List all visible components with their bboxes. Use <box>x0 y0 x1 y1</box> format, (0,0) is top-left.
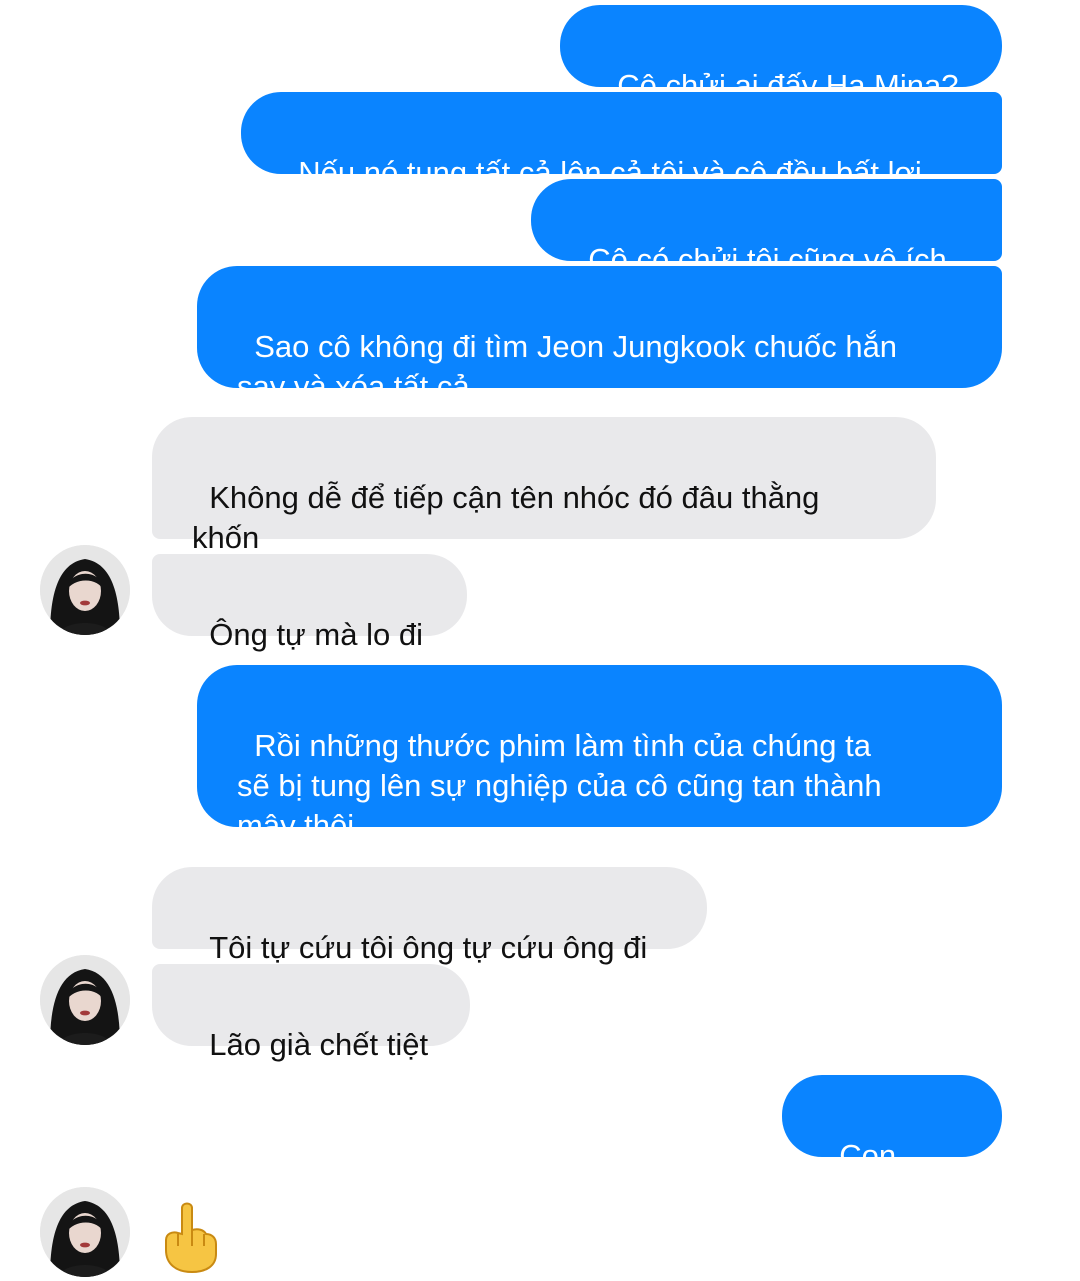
message-bubble-outgoing[interactable]: Rồi những thước phim làm tình của chúng … <box>197 665 1002 843</box>
contact-avatar[interactable] <box>40 1187 130 1277</box>
message-bubble-outgoing[interactable]: Cô có chửi tôi cũng vô ích <box>531 179 1002 277</box>
message-text: Sao cô không đi tìm Jeon Jungkook chuốc … <box>237 329 898 404</box>
middle-finger-emoji-icon <box>165 1202 217 1274</box>
message-bubble-incoming[interactable]: Không dễ để tiếp cận tên nhóc đó đâu thằ… <box>152 417 936 555</box>
message-text: Ông tự mà lo đi <box>209 617 423 652</box>
contact-avatar[interactable] <box>40 955 130 1045</box>
contact-avatar-icon <box>40 955 130 1045</box>
message-text: Rồi những thước phim làm tình của chúng … <box>237 728 882 843</box>
contact-avatar-icon <box>40 545 130 635</box>
contact-avatar[interactable] <box>40 545 130 635</box>
message-bubble-outgoing[interactable]: Sao cô không đi tìm Jeon Jungkook chuốc … <box>197 266 1002 404</box>
message-bubble-incoming[interactable]: Lão già chết tiệt <box>152 964 470 1062</box>
message-bubble-incoming[interactable]: Ông tự mà lo đi <box>152 554 467 652</box>
message-bubble-outgoing[interactable]: Nếu nó tung tất cả lên cả tôi và cô đều … <box>241 92 1002 190</box>
message-text: Lão già chết tiệt <box>209 1027 429 1062</box>
message-bubble-incoming[interactable]: Tôi tự cứu tôi ông tự cứu ông đi <box>152 867 707 965</box>
middle-finger-emoji[interactable] <box>160 1200 220 1274</box>
message-bubble-outgoing[interactable]: Cô chửi ai đấy Ha Mina? <box>560 5 1002 103</box>
message-text: Con khốn <box>822 1138 905 1213</box>
message-text: Không dễ để tiếp cận tên nhóc đó đâu thằ… <box>192 480 820 555</box>
contact-avatar-icon <box>40 1187 130 1277</box>
message-text: Tôi tự cứu tôi ông tự cứu ông đi <box>209 930 648 965</box>
message-bubble-outgoing[interactable]: Con khốn <box>782 1075 1002 1213</box>
